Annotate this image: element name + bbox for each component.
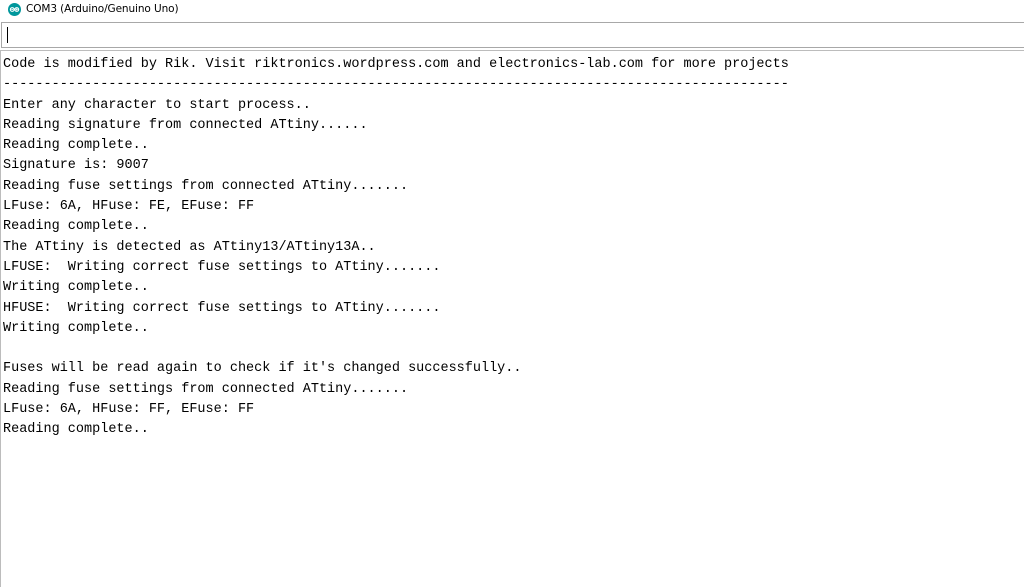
text-caret: [7, 27, 8, 43]
serial-output-area[interactable]: Code is modified by Rik. Visit riktronic…: [0, 50, 1024, 587]
serial-output-line: Enter any character to start process..: [3, 97, 311, 113]
send-input[interactable]: [1, 22, 1024, 48]
serial-output-line: Writing complete..: [3, 280, 149, 296]
arduino-logo-icon: [8, 2, 21, 16]
serial-output-line: Signature is: 9007: [3, 158, 149, 174]
serial-output-line: Code is modified by Rik. Visit riktronic…: [3, 57, 789, 72]
serial-output-line: LFUSE: Writing correct fuse settings to …: [3, 259, 441, 275]
serial-output-line: The ATtiny is detected as ATtiny13/ATtin…: [3, 239, 376, 255]
serial-output-line: Reading fuse settings from connected ATt…: [3, 178, 409, 194]
serial-output-line: ----------------------------------------…: [3, 77, 789, 93]
serial-output-line: Reading complete..: [3, 422, 149, 438]
send-row: [0, 22, 1024, 48]
serial-output-line: Writing complete..: [3, 320, 149, 336]
serial-output-line: HFUSE: Writing correct fuse settings to …: [3, 300, 441, 316]
serial-output-line: Reading complete..: [3, 219, 149, 235]
serial-output-line: [3, 339, 789, 359]
serial-output-lines: Code is modified by Rik. Visit riktronic…: [3, 55, 789, 441]
serial-monitor-window: COM3 (Arduino/Genuino Uno) Code is modif…: [0, 0, 1024, 587]
serial-output-line: LFuse: 6A, HFuse: FE, EFuse: FF: [3, 199, 255, 215]
serial-output-line: Reading fuse settings from connected ATt…: [3, 381, 409, 397]
window-title: COM3 (Arduino/Genuino Uno): [26, 3, 179, 15]
title-bar[interactable]: COM3 (Arduino/Genuino Uno): [0, 0, 1024, 18]
serial-output-line: Fuses will be read again to check if it'…: [3, 361, 522, 377]
serial-output-line: Reading signature from connected ATtiny.…: [3, 117, 368, 133]
serial-output-line: LFuse: 6A, HFuse: FF, EFuse: FF: [3, 402, 255, 418]
serial-output-line: Reading complete..: [3, 138, 149, 154]
